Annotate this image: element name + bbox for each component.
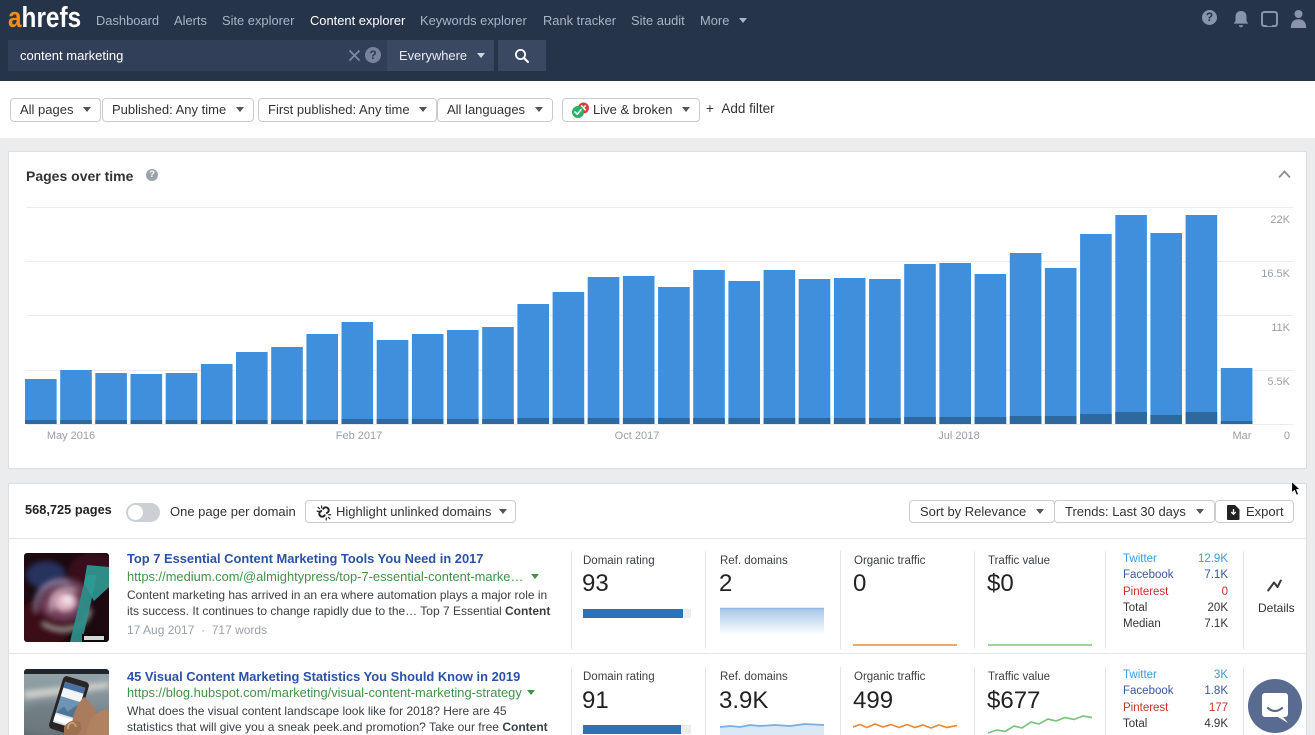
svg-text:Feb 2017: Feb 2017	[336, 430, 382, 442]
svg-text:16.5K: 16.5K	[1261, 268, 1290, 280]
svg-text:May 2016: May 2016	[47, 430, 95, 442]
svg-text:5.5K: 5.5K	[1267, 376, 1290, 388]
svg-text:22K: 22K	[1270, 214, 1290, 226]
svg-text:Oct 2017: Oct 2017	[615, 430, 660, 442]
svg-text:Mar: Mar	[1233, 430, 1252, 442]
svg-text:Jul 2018: Jul 2018	[938, 430, 980, 442]
svg-text:0: 0	[1284, 430, 1290, 442]
svg-text:11K: 11K	[1271, 322, 1290, 334]
